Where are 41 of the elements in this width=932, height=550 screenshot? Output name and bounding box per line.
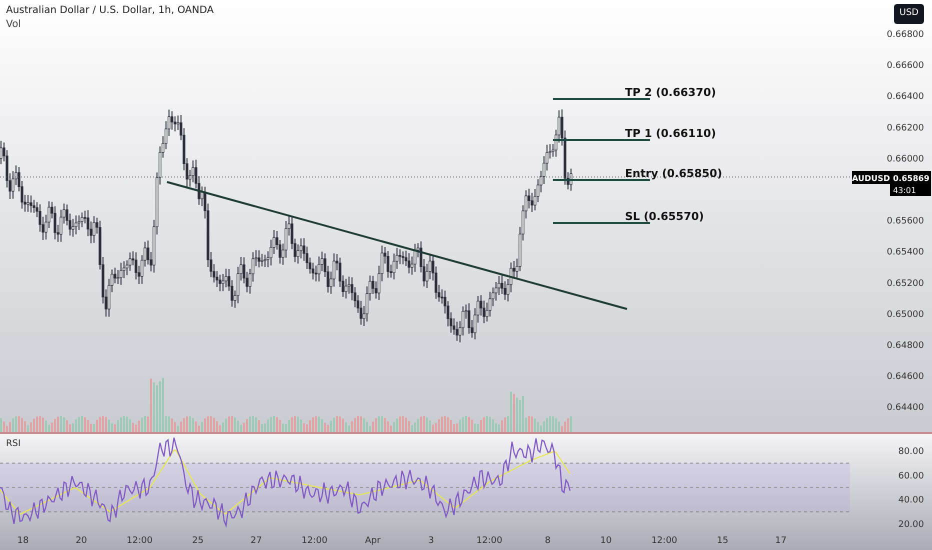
price-tick-label: 0.65200 [886,278,924,289]
time-tick-label: 12:00 [476,536,502,546]
time-tick-label: 15 [716,536,728,546]
indicator-label: Vol [6,18,22,32]
time-tick-label: Apr [365,536,381,546]
price-tick-label: 0.65000 [886,310,924,320]
time-tick-label: 18 [17,536,29,546]
time-tick-label: 27 [250,536,262,546]
rsi-tick-label: 80.00 [898,447,924,457]
chart-title: Australian Dollar / U.S. Dollar, 1h, OANDA [6,4,214,18]
rsi-tick-label: 60.00 [898,471,924,482]
symbol-label: AUDUSD [852,174,890,183]
time-tick-label: 10 [600,536,612,546]
time-tick-label: 20 [76,536,88,546]
bar-countdown: 43:01 [893,186,916,195]
price-tick-label: 0.66200 [886,123,924,134]
price-tick-label: 0.64400 [886,403,924,414]
time-tick-label: 12:00 [302,536,328,546]
price-tick-label: 0.65400 [886,248,924,258]
level-label: Entry (0.65850) [625,167,722,180]
time-tick-label: 25 [192,536,204,546]
price-tick-label: 0.66600 [886,61,924,72]
level-label: TP 2 (0.66370) [625,86,716,99]
rsi-label: RSI [6,439,21,449]
time-tick-label: 12:00 [651,536,678,546]
price-tick-label: 0.66400 [886,92,924,102]
time-tick-label: 3 [428,536,434,546]
level-label: SL (0.65570) [625,210,704,223]
price-tick-label: 0.66000 [886,154,924,164]
time-tick-label: 8 [544,536,551,546]
price-tick-label: 0.65600 [886,216,924,227]
current-price: 0.65869 [893,174,930,183]
price-tick-label: 0.66800 [886,30,924,40]
rsi-tick-label: 40.00 [898,496,924,506]
price-tick-label: 0.64600 [886,372,924,382]
rsi-tick-label: 20.00 [898,520,924,530]
time-tick-label: 17 [775,536,787,546]
currency-button[interactable]: USD [894,4,924,24]
time-tick-label: 12:00 [126,536,153,546]
price-tick-label: 0.64800 [886,341,924,351]
level-label: TP 1 (0.66110) [625,127,716,140]
